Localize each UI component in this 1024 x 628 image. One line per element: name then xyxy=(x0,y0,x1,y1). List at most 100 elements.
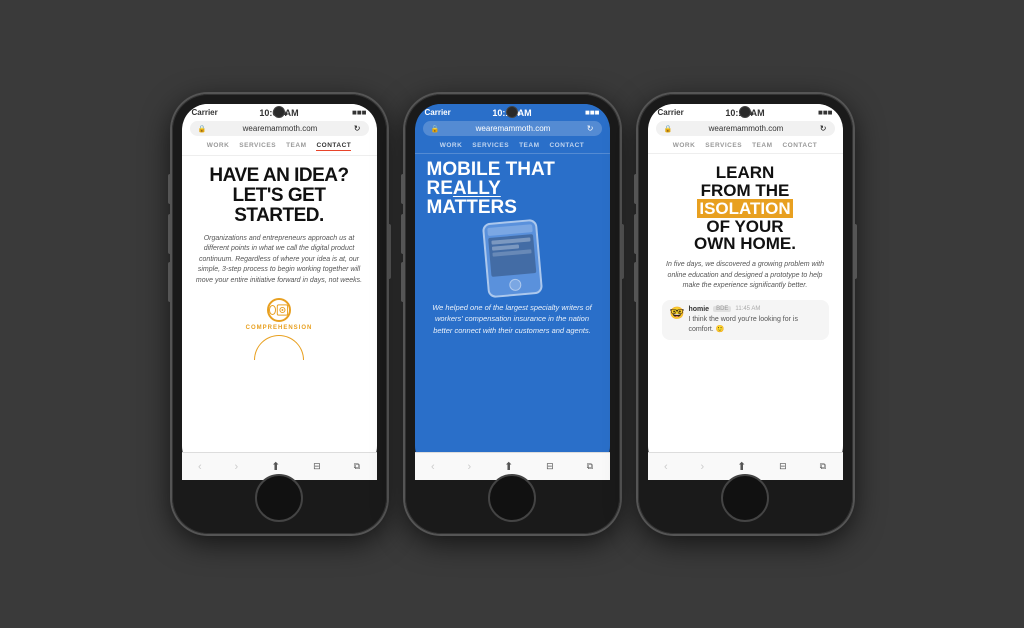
site-nav-3: WORK SERVICES TEAM CONTACT xyxy=(648,138,843,154)
browser-toolbar-2: ‹ › ⬆ ⊟ ⧉ xyxy=(415,452,610,480)
forward-button-1[interactable]: › xyxy=(235,461,239,473)
highlight-isolation: ISOLATION xyxy=(697,199,792,218)
bookmarks-button-3[interactable]: ⊟ xyxy=(779,461,787,472)
comprehension-label: COMPREHENSION xyxy=(246,325,313,331)
url-text-1: wearemammoth.com xyxy=(206,124,354,133)
carrier-label: Carrier xyxy=(192,108,218,117)
battery-icon: ■■■ xyxy=(352,108,367,117)
nav-contact-1[interactable]: CONTACT xyxy=(316,142,351,151)
carrier-label-3: Carrier xyxy=(658,108,684,117)
heading-2: MOBILE THAT REALLY MATTERS xyxy=(427,160,598,217)
browser-toolbar-3: ‹ › ⬆ ⊟ ⧉ xyxy=(648,452,843,480)
phone-illustration xyxy=(427,221,598,296)
url-bar-2[interactable]: 🔒 wearemammoth.com ↻ xyxy=(423,121,602,136)
heading-line2-2: REALLY xyxy=(427,179,598,198)
refresh-icon-3[interactable]: ↻ xyxy=(820,124,827,133)
time-display-3: 10:14 AM xyxy=(725,108,764,118)
refresh-icon[interactable]: ↻ xyxy=(354,124,361,133)
nav-services-1[interactable]: SERVICES xyxy=(239,142,276,151)
battery-icon-2: ■■■ xyxy=(585,108,600,117)
phone-screen-3: Carrier ▲ 10:14 AM ■■■ 🔒 wearemammoth.co… xyxy=(648,104,843,472)
chat-text-area: homie BDE 11:45 AM I think the word you'… xyxy=(688,306,820,335)
tabs-button-3[interactable]: ⧉ xyxy=(820,461,826,472)
nav-contact-3[interactable]: CONTACT xyxy=(782,142,817,149)
phone-2: Carrier ▲ 10:14 AM ■■■ 🔒 wearemammoth.co… xyxy=(405,94,620,534)
time-display: 10:08 AM xyxy=(259,108,298,118)
phone-1: Carrier ▲ 10:08 AM ■■■ 🔒 wearemammoth.co… xyxy=(172,94,387,534)
chat-tag: BDE xyxy=(713,306,731,312)
lock-icon: 🔒 xyxy=(198,125,207,133)
status-bar-1: Carrier ▲ 10:08 AM ■■■ xyxy=(182,104,377,119)
phone-screen-1: Carrier ▲ 10:08 AM ■■■ 🔒 wearemammoth.co… xyxy=(182,104,377,472)
url-text-3: wearemammoth.com xyxy=(672,124,820,133)
bookmarks-button-2[interactable]: ⊟ xyxy=(546,461,554,472)
chat-name: homie xyxy=(688,306,709,313)
volume-up-button xyxy=(168,214,172,254)
phone-mockup xyxy=(481,219,542,299)
chat-time: 11:45 AM xyxy=(735,306,760,312)
site-nav-1: WORK SERVICES TEAM CONTACT xyxy=(182,138,377,156)
bookmarks-button-1[interactable]: ⊟ xyxy=(313,461,321,472)
tabs-button-1[interactable]: ⧉ xyxy=(354,461,360,472)
back-button-1[interactable]: ‹ xyxy=(198,461,202,473)
share-button-2[interactable]: ⬆ xyxy=(504,460,513,473)
refresh-icon-2[interactable]: ↻ xyxy=(587,124,594,133)
volume-up-button-3 xyxy=(634,214,638,254)
mockup-button xyxy=(508,278,521,291)
forward-button-2[interactable]: › xyxy=(468,461,472,473)
nav-work-2[interactable]: WORK xyxy=(440,142,463,149)
page-content-2: MOBILE THAT REALLY MATTERS xyxy=(415,154,610,472)
nav-contact-2[interactable]: CONTACT xyxy=(549,142,584,149)
nav-team-1[interactable]: TEAM xyxy=(286,142,306,151)
mockup-line1 xyxy=(491,237,530,244)
browser-toolbar-1: ‹ › ⬆ ⊟ ⧉ xyxy=(182,452,377,480)
nav-services-2[interactable]: SERVICES xyxy=(472,142,509,149)
status-bar-3: Carrier ▲ 10:14 AM ■■■ xyxy=(648,104,843,119)
heading-line1-2: MOBILE THAT xyxy=(427,160,598,179)
nav-work-1[interactable]: WORK xyxy=(207,142,230,151)
heading-3: LEARN FROM THE ISOLATION OF YOUR OWN HOM… xyxy=(662,164,829,253)
mute-button-3 xyxy=(634,174,638,204)
nav-work-3[interactable]: WORK xyxy=(673,142,696,149)
chat-avatar: 🤓 xyxy=(670,306,685,320)
comprehension-icon xyxy=(267,298,291,322)
heading-learn: LEARN xyxy=(662,164,829,182)
heading-1: HAVE AN IDEA? LET'S GET STARTED. xyxy=(196,166,363,226)
url-bar-1[interactable]: 🔒 wearemammoth.com ↻ xyxy=(190,121,369,136)
chat-message: I think the word you're looking for is c… xyxy=(688,315,820,335)
status-bar-2: Carrier ▲ 10:14 AM ■■■ xyxy=(415,104,610,119)
nav-team-2[interactable]: TEAM xyxy=(519,142,539,149)
volume-up-button-2 xyxy=(401,214,405,254)
site-nav-2: WORK SERVICES TEAM CONTACT xyxy=(415,138,610,154)
body-text-2: We helped one of the largest specialty w… xyxy=(427,302,598,336)
mockup-line3 xyxy=(492,249,531,256)
carrier-label-2: Carrier xyxy=(425,108,451,117)
volume-down-button-3 xyxy=(634,262,638,302)
heading-re: RE xyxy=(427,178,453,199)
time-display-2: 10:14 AM xyxy=(492,108,531,118)
phone-3: Carrier ▲ 10:14 AM ■■■ 🔒 wearemammoth.co… xyxy=(638,94,853,534)
chat-bubble: 🤓 homie BDE 11:45 AM I think the word yo… xyxy=(662,300,829,341)
comprehension-area: COMPREHENSION xyxy=(196,298,363,360)
mute-button-2 xyxy=(401,174,405,204)
power-button-2 xyxy=(620,224,624,279)
share-button-1[interactable]: ⬆ xyxy=(271,460,280,473)
back-button-2[interactable]: ‹ xyxy=(431,461,435,473)
mute-button xyxy=(168,174,172,204)
power-button-3 xyxy=(853,224,857,279)
url-text-2: wearemammoth.com xyxy=(439,124,587,133)
heading-isolation: ISOLATION xyxy=(662,200,829,218)
body-text-1: Organizations and entrepreneurs approach… xyxy=(196,234,363,287)
chat-meta: homie BDE 11:45 AM xyxy=(688,306,820,313)
url-bar-3[interactable]: 🔒 wearemammoth.com ↻ xyxy=(656,121,835,136)
tabs-button-2[interactable]: ⧉ xyxy=(587,461,593,472)
nav-services-3[interactable]: SERVICES xyxy=(705,142,742,149)
power-button xyxy=(387,224,391,279)
nav-team-3[interactable]: TEAM xyxy=(752,142,772,149)
forward-button-3[interactable]: › xyxy=(701,461,705,473)
share-button-3[interactable]: ⬆ xyxy=(737,460,746,473)
back-button-3[interactable]: ‹ xyxy=(664,461,668,473)
volume-down-button-2 xyxy=(401,262,405,302)
semicircle-graphic xyxy=(254,335,304,360)
lock-icon-3: 🔒 xyxy=(664,125,673,133)
